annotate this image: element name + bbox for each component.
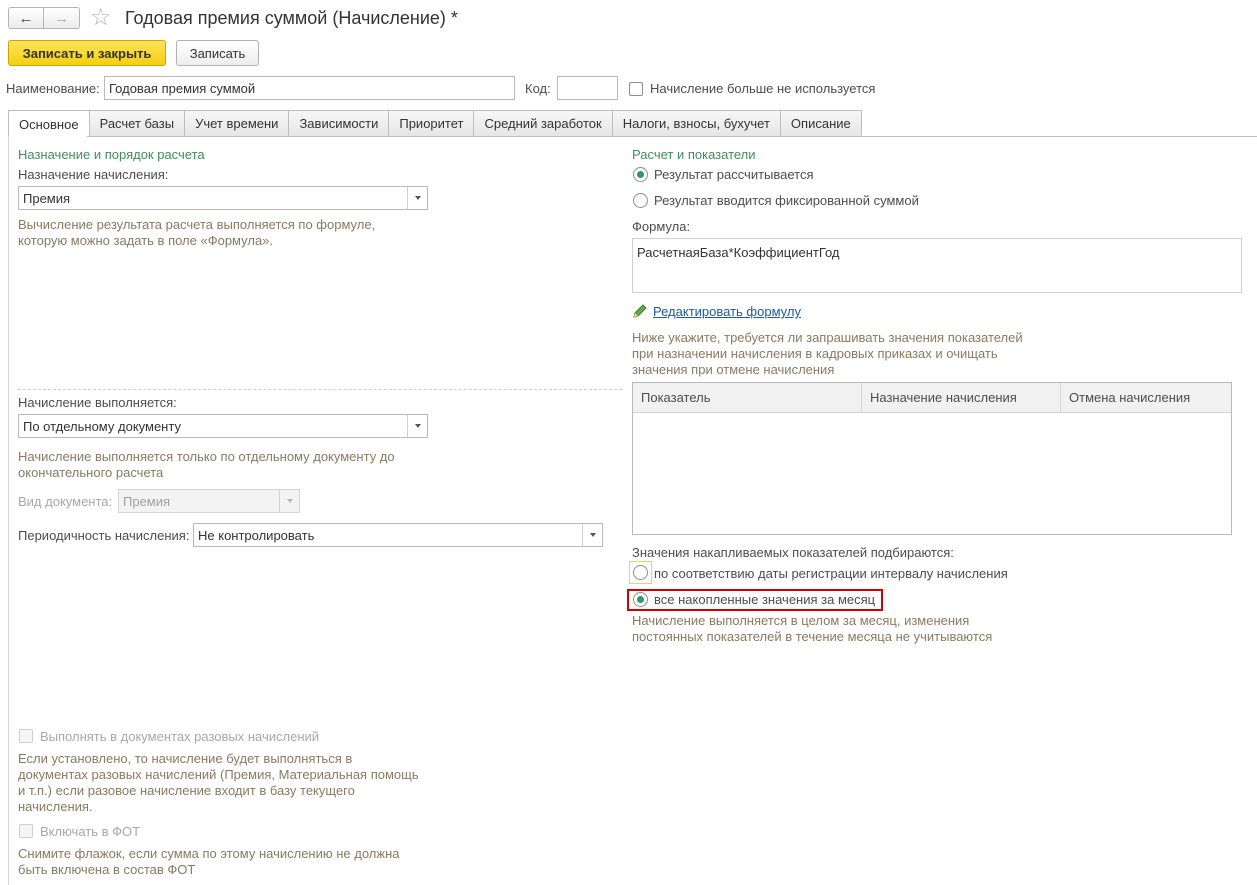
chevron-down-icon[interactable] xyxy=(407,415,427,437)
name-input[interactable]: Годовая премия суммой xyxy=(104,76,515,100)
forward-button[interactable]: → xyxy=(44,7,80,29)
one-time-label: Выполнять в документах разовых начислени… xyxy=(40,729,320,744)
tab-main[interactable]: Основное xyxy=(8,110,90,137)
doc-type-label: Вид документа: xyxy=(18,494,113,509)
save-and-close-button[interactable]: Записать и закрыть xyxy=(8,40,166,66)
favorite-star-icon[interactable]: ☆ xyxy=(90,3,112,32)
fot-hint: Снимите флажок, если сумма по этому начи… xyxy=(18,846,400,877)
calc-section-title: Расчет и показатели xyxy=(632,147,756,162)
column-header[interactable]: Отмена начисления xyxy=(1061,383,1231,412)
purpose-select[interactable]: Премия xyxy=(18,186,428,210)
radio-result-calculated-label: Результат рассчитывается xyxy=(654,167,814,182)
radio-accum-by-date[interactable] xyxy=(633,565,648,580)
exec-hint: Начисление выполняется только по отдельн… xyxy=(18,449,395,480)
radio-accum-by-date-label: по соответствию даты регистрации интерва… xyxy=(654,566,1008,581)
tab-bar: Основное Расчет базы Учет времени Зависи… xyxy=(8,110,862,137)
period-select[interactable]: Не контролировать xyxy=(193,523,603,547)
period-label: Периодичность начисления: xyxy=(18,528,190,543)
exec-label: Начисление выполняется: xyxy=(18,395,177,410)
code-label: Код: xyxy=(525,81,551,96)
formula-field[interactable]: РасчетнаяБаза*КоэффициентГод xyxy=(632,238,1242,293)
indicators-hint: Ниже укажите, требуется ли запрашивать з… xyxy=(632,330,1023,377)
divider xyxy=(18,389,622,390)
unused-checkbox[interactable] xyxy=(629,82,643,96)
window-title: Годовая премия суммой (Начисление) * xyxy=(125,8,458,28)
tab-taxes-accounting[interactable]: Налоги, взносы, бухучет xyxy=(612,110,781,136)
purpose-label: Назначение начисления: xyxy=(18,167,169,182)
period-value: Не контролировать xyxy=(198,527,315,543)
arrow-right-icon: → xyxy=(54,9,69,27)
radio-result-fixed[interactable] xyxy=(633,193,648,208)
tab-dependencies[interactable]: Зависимости xyxy=(289,110,390,136)
tab-average-earnings[interactable]: Средний заработок xyxy=(474,110,613,136)
formula-label: Формула: xyxy=(632,219,691,234)
tab-priority[interactable]: Приоритет xyxy=(389,110,475,136)
radio-accum-all-month-label: все накопленные значения за месяц xyxy=(654,592,876,607)
doc-type-select: Премия xyxy=(118,489,300,513)
unused-label: Начисление больше не используется xyxy=(650,81,876,96)
tab-base-calculation[interactable]: Расчет базы xyxy=(89,110,186,136)
radio-accum-all-month[interactable] xyxy=(633,592,648,607)
save-button[interactable]: Записать xyxy=(176,40,259,66)
purpose-hint: Вычисление результата расчета выполняетс… xyxy=(18,217,376,248)
doc-type-value: Премия xyxy=(123,493,171,509)
fot-label: Включать в ФОТ xyxy=(40,824,141,839)
radio-result-calculated[interactable] xyxy=(633,167,648,182)
exec-value: По отдельному документу xyxy=(23,418,181,434)
accum-label: Значения накапливаемых показателей подби… xyxy=(632,545,954,560)
column-header[interactable]: Показатель xyxy=(633,383,862,412)
purpose-section-title: Назначение и порядок расчета xyxy=(18,147,205,162)
indicators-table[interactable]: Показатель Назначение начисления Отмена … xyxy=(632,382,1232,535)
tab-time-accounting[interactable]: Учет времени xyxy=(185,110,290,136)
back-button[interactable]: ← xyxy=(8,7,44,29)
chevron-down-icon[interactable] xyxy=(407,187,427,209)
code-input[interactable] xyxy=(557,76,618,100)
one-time-hint: Если установлено, то начисление будет вы… xyxy=(18,751,419,814)
name-label: Наименование: xyxy=(6,81,100,96)
accum-hint: Начисление выполняется в целом за месяц,… xyxy=(632,613,993,644)
chevron-down-icon xyxy=(279,490,299,512)
edit-formula-link[interactable]: Редактировать формулу xyxy=(653,304,801,319)
arrow-left-icon: ← xyxy=(18,9,34,27)
pencil-icon xyxy=(632,303,648,319)
purpose-value: Премия xyxy=(23,190,71,206)
table-header: Показатель Назначение начисления Отмена … xyxy=(633,383,1231,413)
tab-panel-top-border xyxy=(87,136,1257,137)
exec-select[interactable]: По отдельному документу xyxy=(18,414,428,438)
tab-panel-left-border xyxy=(8,136,9,885)
radio-result-fixed-label: Результат вводится фиксированной суммой xyxy=(654,193,919,208)
fot-checkbox xyxy=(19,824,33,838)
tab-description[interactable]: Описание xyxy=(780,110,862,136)
column-header[interactable]: Назначение начисления xyxy=(862,383,1061,412)
chevron-down-icon[interactable] xyxy=(582,524,602,546)
one-time-checkbox xyxy=(19,729,33,743)
